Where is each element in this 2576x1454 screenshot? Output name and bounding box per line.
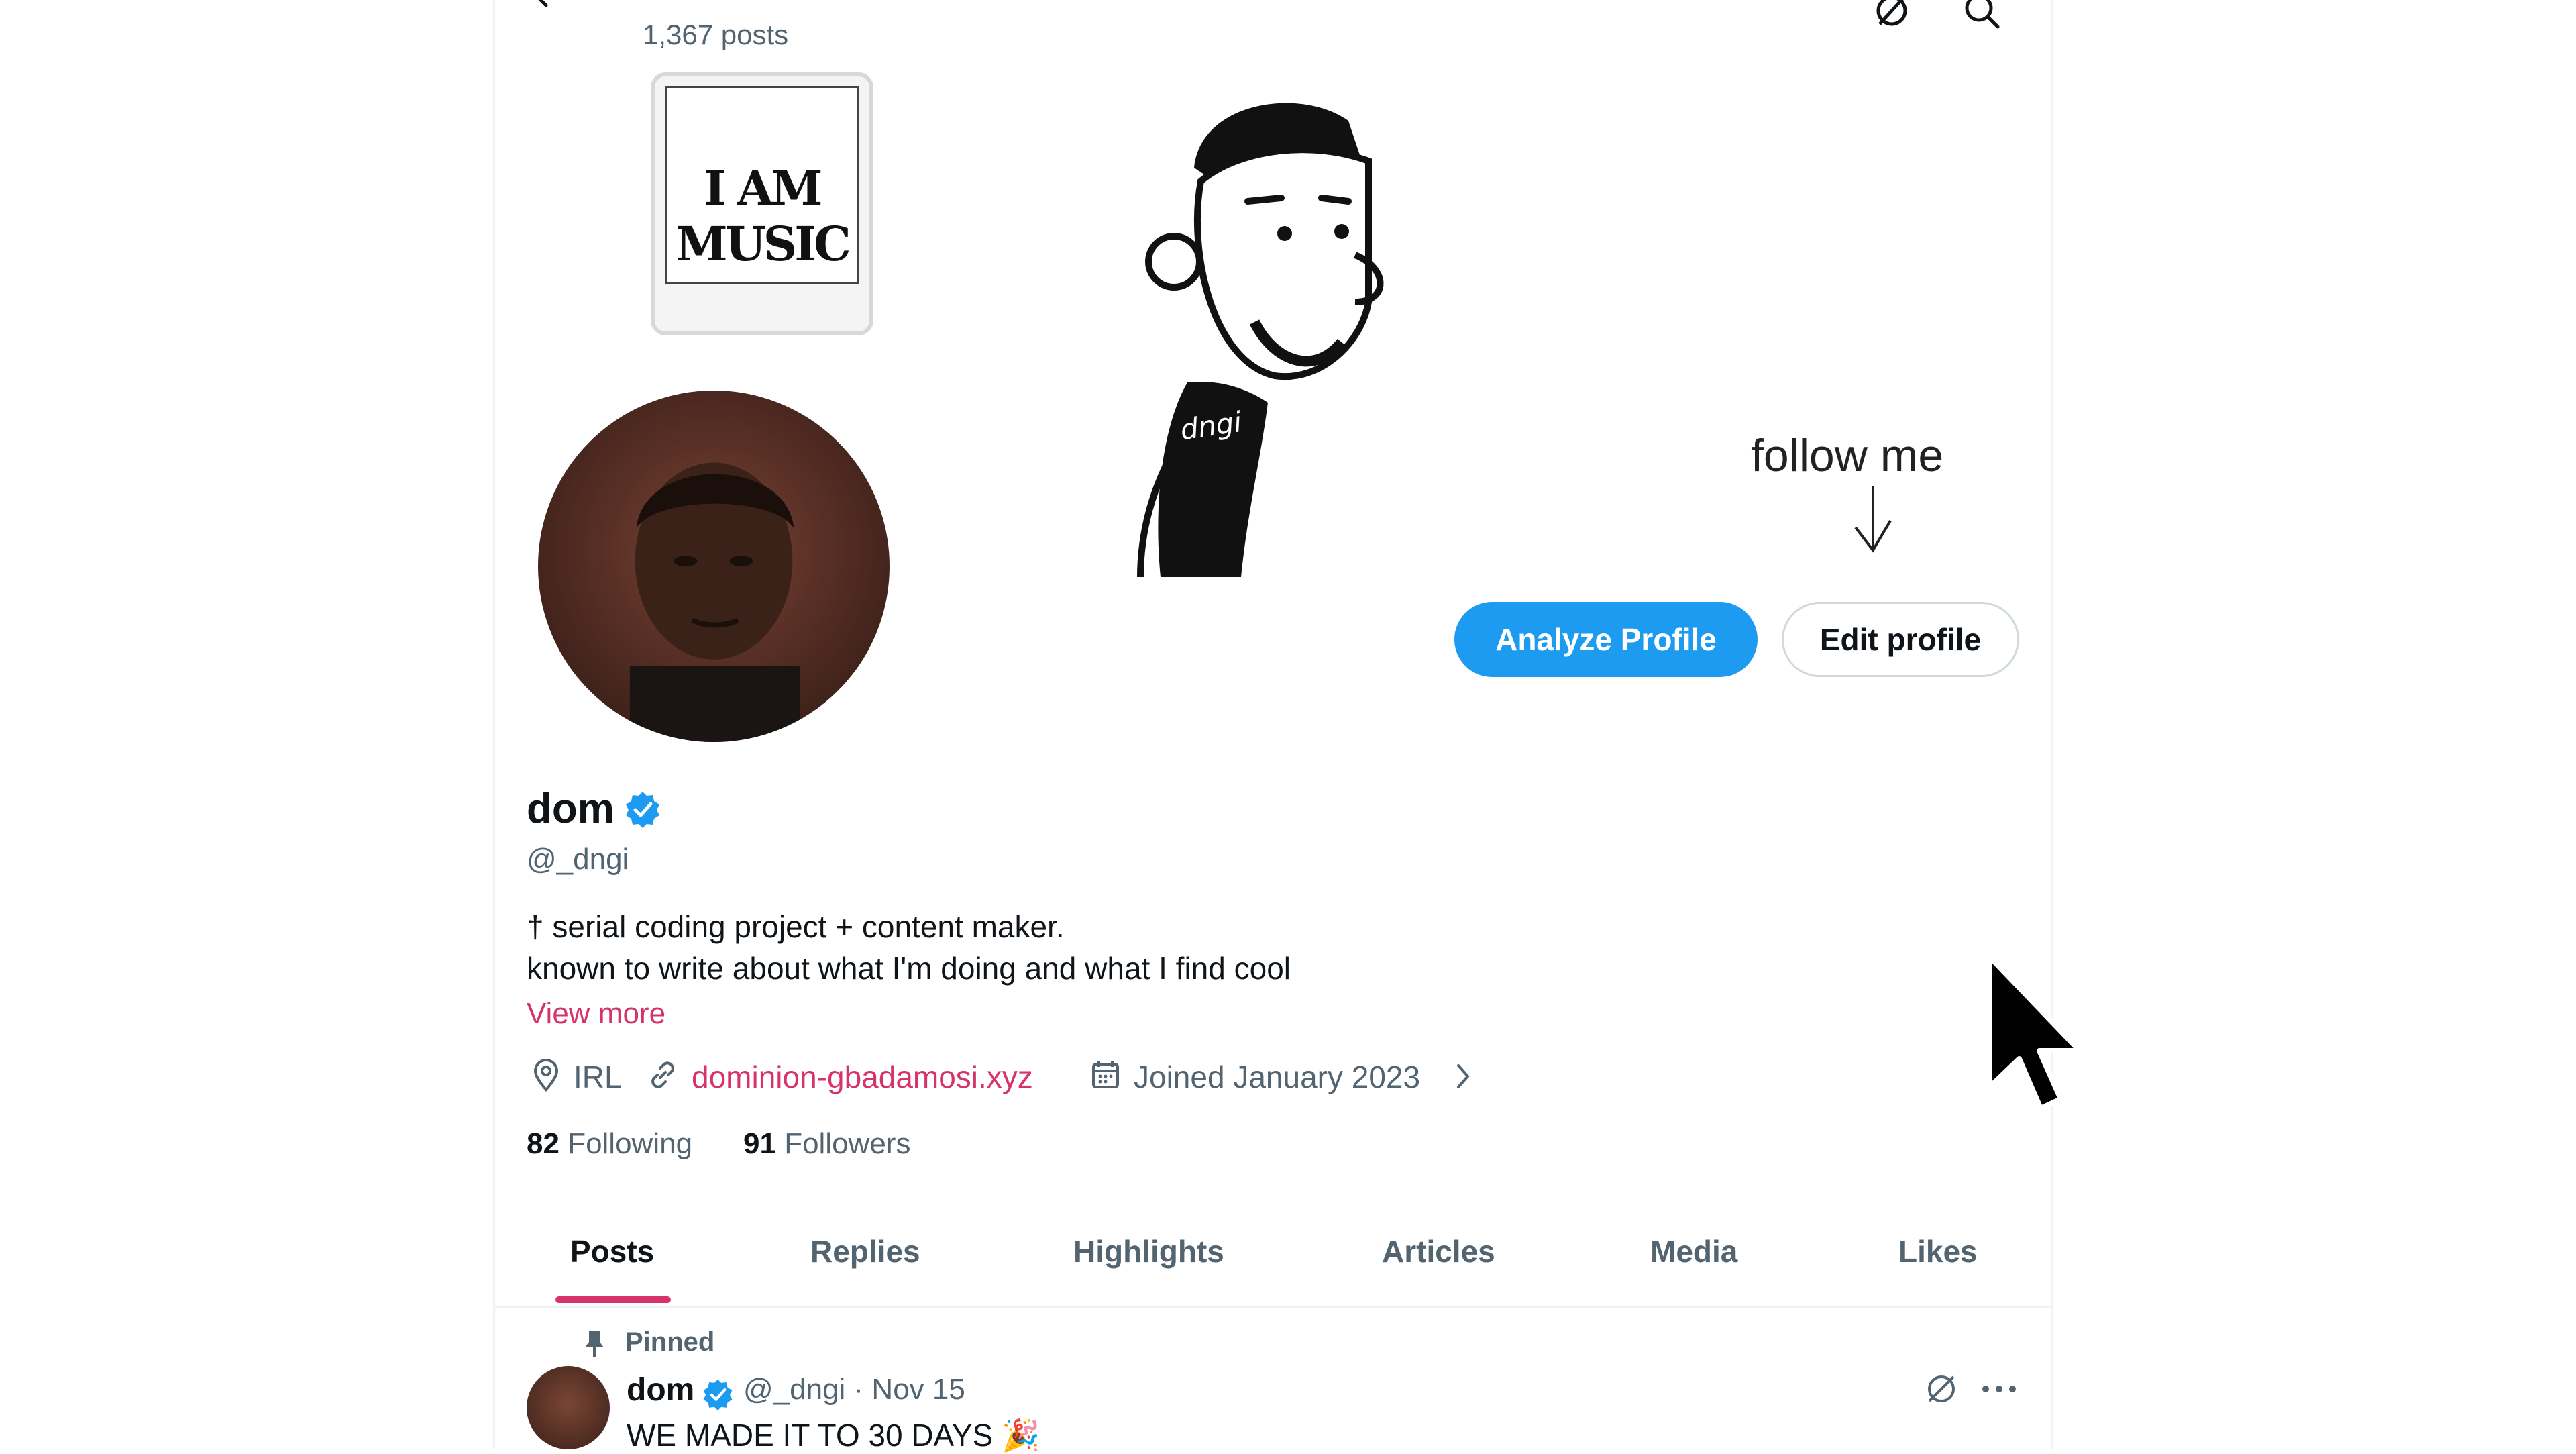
bio-line-1: † serial coding project + content maker.: [527, 909, 1065, 944]
tab-highlights[interactable]: Highlights: [1073, 1233, 1224, 1269]
more-options-icon[interactable]: [1979, 1377, 2019, 1401]
link-icon: [651, 1061, 674, 1088]
verified-badge-icon: [626, 792, 659, 828]
cartoon-character-illustration: dngi: [1137, 103, 1384, 577]
search-icon[interactable]: [1962, 0, 2002, 31]
location-pin-icon: [533, 1059, 559, 1092]
tab-likes[interactable]: Likes: [1898, 1233, 1978, 1269]
view-more-link[interactable]: View more: [527, 997, 665, 1031]
post-grok-icon[interactable]: [1923, 1370, 1960, 1408]
profile-name: dom: [527, 786, 614, 832]
followers-count: 91: [743, 1127, 776, 1160]
analyze-profile-button[interactable]: Analyze Profile: [1454, 602, 1758, 677]
calendar-icon: [1092, 1061, 1119, 1088]
tab-articles[interactable]: Articles: [1382, 1233, 1495, 1269]
grok-icon[interactable]: [1872, 0, 1912, 31]
album-sticker: I AM MUSIC: [651, 72, 873, 335]
following-label: Following: [568, 1127, 693, 1160]
follow-me-note: follow me: [1751, 430, 1944, 481]
post-author-avatar[interactable]: [527, 1366, 610, 1449]
website-link[interactable]: dominion-gbadamosi.xyz: [692, 1059, 1033, 1095]
profile-handle: @_dngi: [527, 843, 629, 876]
location-text: IRL: [574, 1059, 622, 1094]
edit-profile-button[interactable]: Edit profile: [1782, 602, 2019, 677]
tab-posts[interactable]: Posts: [570, 1233, 654, 1269]
tabs-divider: [493, 1306, 2053, 1308]
tab-media[interactable]: Media: [1650, 1233, 1737, 1269]
down-arrow-doodle-icon: [1854, 486, 1892, 553]
following-count: 82: [527, 1127, 559, 1160]
chevron-right-icon[interactable]: [1453, 1061, 1473, 1091]
post-verified-badge-icon: [703, 1379, 733, 1410]
followers-label: Followers: [784, 1127, 911, 1160]
active-tab-indicator: [555, 1296, 671, 1303]
bio-line-2: known to write about what I'm doing and …: [527, 951, 1291, 986]
avatar-portrait-icon: [629, 462, 801, 742]
joined-date[interactable]: Joined January 2023: [1134, 1059, 1420, 1095]
post-author-name[interactable]: dom: [627, 1371, 694, 1408]
tab-replies[interactable]: Replies: [810, 1233, 920, 1269]
back-arrow-icon[interactable]: [530, 0, 570, 20]
pin-icon: [585, 1331, 604, 1357]
post-handle-date: @_dngi · Nov 15: [743, 1373, 965, 1406]
post-text: WE MADE IT TO 30 DAYS 🎉: [627, 1418, 1040, 1453]
post-count: 1,367 posts: [643, 19, 789, 50]
following-stat[interactable]: 82 Following: [527, 1127, 692, 1161]
album-sticker-text: I AM MUSIC: [676, 160, 851, 272]
mouse-cursor-icon: [1987, 954, 2082, 1111]
pinned-label: Pinned: [625, 1327, 715, 1357]
followers-stat[interactable]: 91 Followers: [743, 1127, 910, 1161]
profile-avatar[interactable]: [534, 386, 894, 746]
